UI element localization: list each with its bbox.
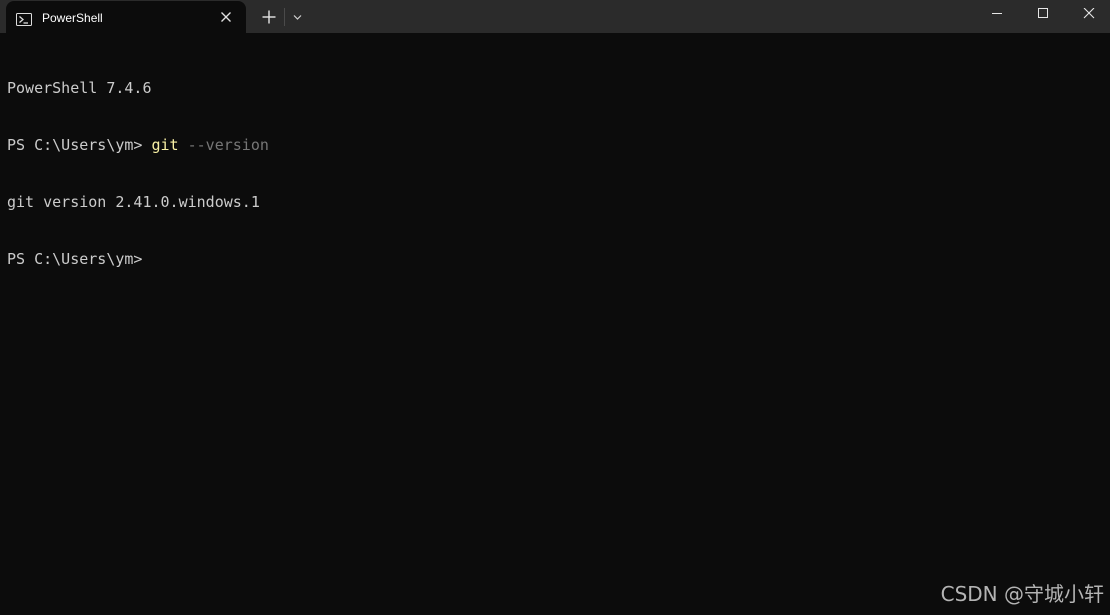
close-icon	[1083, 8, 1095, 19]
close-window-button[interactable]	[1066, 0, 1110, 30]
command-name: git	[151, 136, 179, 154]
minimize-button[interactable]	[974, 0, 1020, 30]
tab-powershell[interactable]: PowerShell	[6, 1, 246, 33]
minimize-icon	[992, 13, 1002, 14]
chevron-down-icon	[293, 15, 302, 20]
tab-close-icon[interactable]	[218, 9, 234, 25]
current-prompt[interactable]: PS C:\Users\ym>	[7, 250, 1103, 269]
powershell-icon	[16, 11, 32, 26]
tab-title: PowerShell	[42, 11, 103, 25]
maximize-icon	[1038, 8, 1048, 18]
prompt: PS C:\Users\ym>	[7, 136, 152, 154]
output-line: git version 2.41.0.windows.1	[7, 193, 260, 211]
terminal-window: PowerShell PowerShell 7.4.6 PS C:\Users\…	[0, 0, 1110, 615]
title-bar[interactable]: PowerShell	[0, 0, 1110, 33]
command-line: PS C:\Users\ym> git --version	[7, 136, 1103, 155]
command-parameter: --version	[178, 136, 269, 154]
new-tab-button[interactable]	[256, 7, 282, 27]
terminal-output[interactable]: PowerShell 7.4.6 PS C:\Users\ym> git --v…	[7, 41, 1103, 307]
tab-dropdown-button[interactable]	[288, 7, 306, 27]
tab-separator	[284, 8, 285, 26]
plus-icon	[262, 10, 276, 24]
maximize-button[interactable]	[1020, 0, 1066, 30]
watermark: CSDN @守城小轩	[940, 582, 1104, 606]
banner-line: PowerShell 7.4.6	[7, 79, 152, 97]
